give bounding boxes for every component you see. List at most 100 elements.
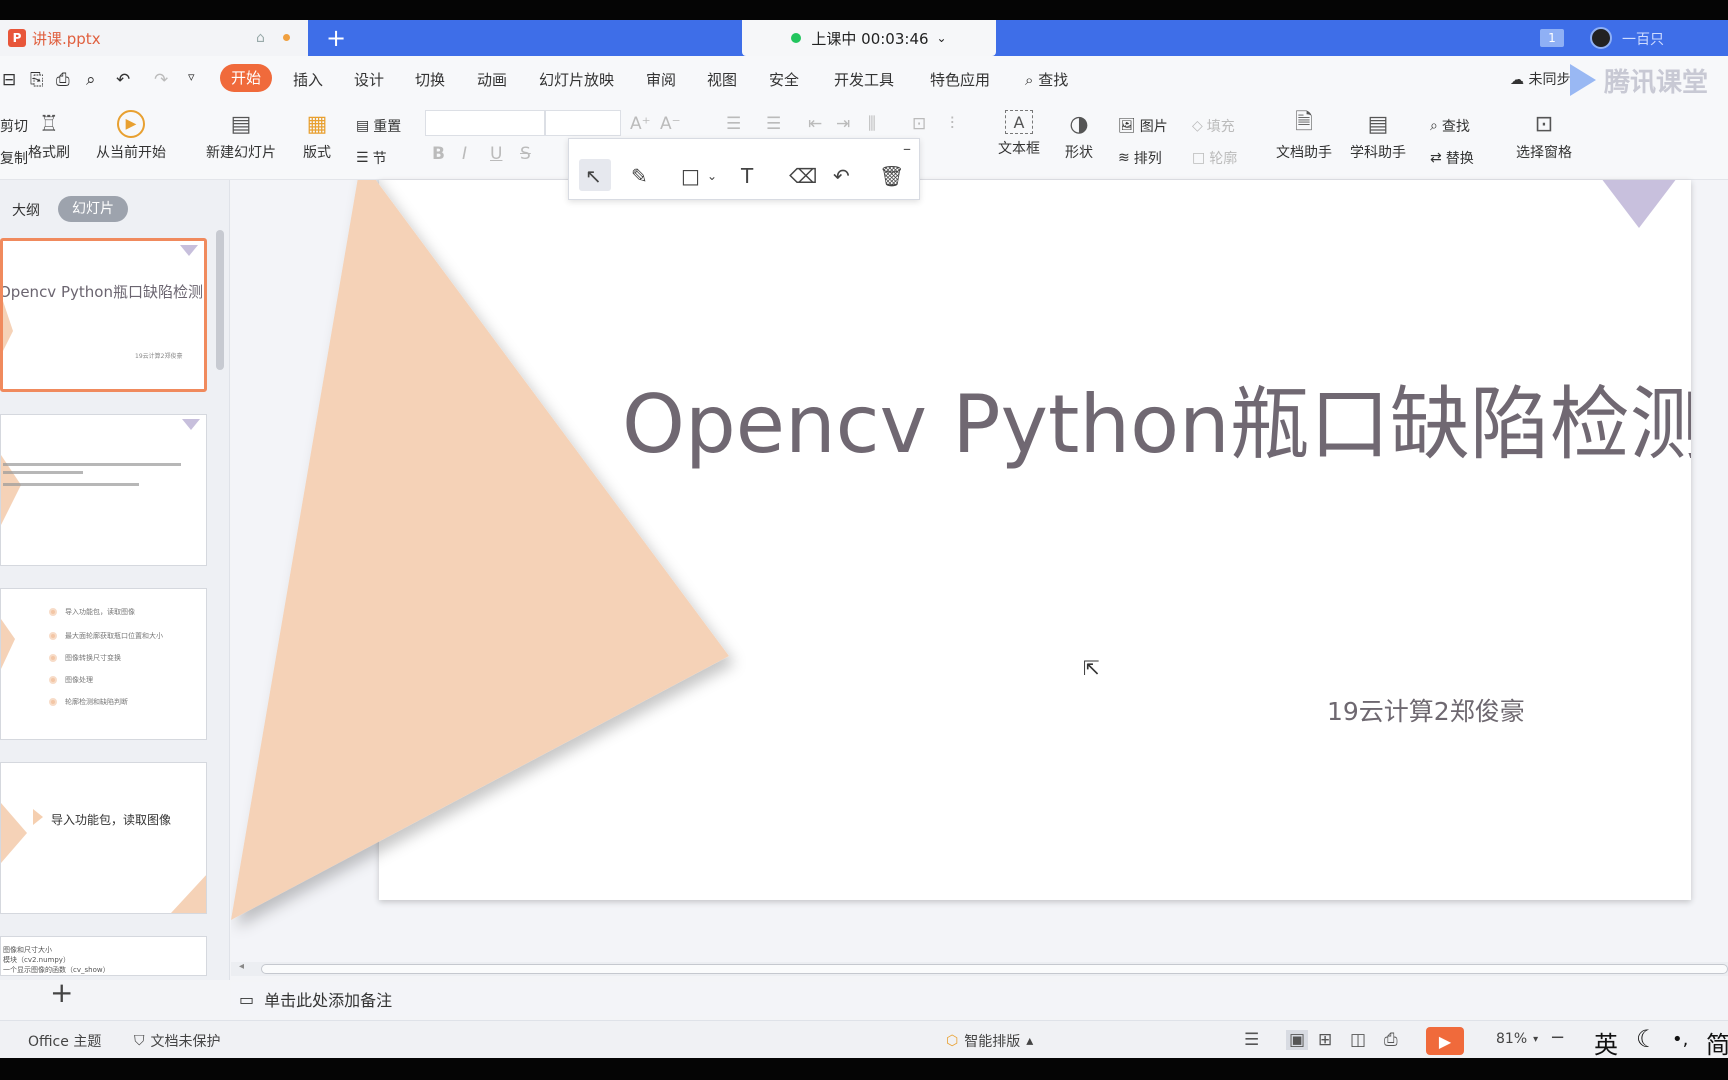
arrange-button[interactable]: ≋ 排列 [1118, 148, 1162, 168]
cloud-sync-status[interactable]: ☁ 未同步 [1510, 69, 1570, 89]
normal-view-icon[interactable]: ▣ [1286, 1030, 1309, 1050]
redo-icon[interactable]: ↷ [154, 70, 168, 90]
preview-icon[interactable]: ⌕ [86, 70, 96, 90]
replace-button[interactable]: ⇄ 替换 [1430, 148, 1474, 168]
slide-thumbnail-2[interactable] [0, 414, 207, 566]
textbox-button[interactable]: A 文本框 [998, 110, 1040, 158]
minimize-icon[interactable]: – [903, 139, 911, 158]
panel-scrollbar[interactable] [216, 230, 224, 370]
layout-button[interactable]: ▦ 版式 [302, 110, 332, 162]
underline-button[interactable]: U [490, 144, 502, 164]
picture-button[interactable]: 🖼 图片 [1118, 116, 1168, 136]
doc-assistant-button[interactable]: 🗎 文档助手 [1276, 110, 1332, 162]
menu-developer[interactable]: 开发工具 [834, 69, 894, 90]
select-pane-button[interactable]: ⊡ 选择窗格 [1516, 110, 1572, 162]
slide-title[interactable]: Opencv Python瓶口缺陷检测 [622, 360, 1691, 476]
undo-icon[interactable]: ↶ [833, 164, 850, 188]
protection-status[interactable]: ⛉ 文档未保护 [134, 1031, 221, 1051]
italic-button[interactable]: I [462, 144, 467, 164]
outdent-icon[interactable]: ⇥ [836, 114, 850, 134]
smart-layout-button[interactable]: ⬡ 智能排版 ▴ [946, 1031, 1033, 1051]
undo-icon[interactable]: ↶ [116, 70, 130, 90]
increase-font-icon[interactable]: A⁺ [630, 114, 651, 134]
pen-icon[interactable]: ✎ [631, 164, 648, 188]
add-slide-button[interactable]: + [50, 976, 73, 1009]
slide-thumbnail-1[interactable]: Opencv Python瓶口缺陷检测 19云计算2郑俊豪 [0, 238, 207, 392]
slide-thumbnail-4[interactable]: 导入功能包，读取图像 [0, 762, 207, 914]
shape-button[interactable]: ◑ 形状 [1064, 110, 1094, 162]
menu-animation[interactable]: 动画 [477, 69, 507, 90]
menu-security[interactable]: 安全 [769, 69, 799, 90]
delete-icon[interactable]: 🗑 [879, 164, 904, 188]
indent-icon[interactable]: ⇤ [808, 114, 822, 134]
theme-label[interactable]: Office 主题 [28, 1031, 101, 1051]
customize-icon[interactable]: ▿ [188, 70, 195, 85]
notes-toggle-icon[interactable]: ☰ [1244, 1030, 1259, 1050]
bullet-list-icon[interactable]: ☰ [726, 114, 741, 134]
find-button[interactable]: ⌕ 查找 [1430, 116, 1470, 136]
zoom-out-button[interactable]: − [1550, 1027, 1565, 1048]
select-arrow-icon[interactable]: ↖ [585, 164, 602, 188]
section-button[interactable]: ☰ 节 [356, 148, 387, 168]
columns-icon[interactable]: ⫼ [868, 114, 876, 134]
tab-slides[interactable]: 幻灯片 [58, 196, 128, 222]
text-direction-icon[interactable]: ⊡ [912, 114, 926, 134]
bold-button[interactable]: B [432, 144, 445, 164]
decrease-font-icon[interactable]: A⁻ [660, 114, 681, 134]
scrollbar-thumb[interactable] [261, 964, 1728, 974]
window-count-badge[interactable]: 1 [1540, 29, 1564, 47]
reading-view-icon[interactable]: ◫ [1350, 1030, 1366, 1050]
moon-icon[interactable]: ☾ [1636, 1025, 1658, 1053]
menu-home[interactable]: 开始 [220, 64, 272, 92]
align-text-icon[interactable]: ⫶ [950, 114, 954, 134]
class-status-indicator[interactable]: 上课中 00:03:46 ⌄ [742, 20, 996, 56]
scroll-left-icon[interactable]: ◂ [239, 961, 244, 972]
menu-review[interactable]: 审阅 [646, 69, 676, 90]
user-name[interactable]: 一百只 [1622, 29, 1664, 49]
camera-view-icon[interactable]: ⎙ [1384, 1030, 1398, 1050]
strikethrough-button[interactable]: S [520, 144, 531, 164]
ime-mode[interactable]: 简 [1706, 1025, 1728, 1060]
pin-icon[interactable]: ⌂ [256, 30, 265, 46]
reset-button[interactable]: ▤ 重置 [356, 116, 401, 136]
slide-thumbnail-5[interactable]: 图像和尺寸大小 模块（cv2.numpy） 一个显示图像的函数（cv_show） [0, 936, 207, 976]
menu-slideshow[interactable]: 幻灯片放映 [539, 69, 614, 90]
menu-insert[interactable]: 插入 [293, 69, 323, 90]
export-icon[interactable]: ⎘ [30, 70, 44, 90]
numbered-list-icon[interactable]: ☰ [766, 114, 781, 134]
horizontal-scrollbar[interactable]: ◂ [231, 961, 1728, 976]
eraser-icon[interactable]: ⌫ [789, 164, 817, 188]
avatar[interactable] [1590, 27, 1612, 49]
font-family-select[interactable] [425, 110, 545, 136]
menu-view[interactable]: 视图 [707, 69, 737, 90]
save-icon[interactable]: ⊟ [2, 70, 16, 90]
new-slide-button[interactable]: ▤ 新建幻灯片 [206, 110, 276, 162]
slide-canvas[interactable]: Opencv Python瓶口缺陷检测 19云计算2郑俊豪 [379, 180, 1691, 900]
new-tab-button[interactable]: + [326, 24, 346, 52]
subject-assistant-button[interactable]: ▤ 学科助手 [1350, 110, 1406, 162]
copy-button[interactable]: 复制 [0, 148, 28, 168]
chevron-down-icon[interactable]: ⌄ [707, 169, 717, 183]
slideshow-play-button[interactable]: ▶ [1426, 1027, 1464, 1055]
ime-language[interactable]: 英 [1594, 1025, 1618, 1060]
format-painter-button[interactable]: ♖ 格式刷 [28, 110, 70, 162]
sorter-view-icon[interactable]: ⊞ [1318, 1030, 1332, 1050]
punctuation-icon[interactable]: •, [1672, 1029, 1688, 1050]
slide-thumbnail-3[interactable]: 导入功能包，读取图像 最大面轮廓获取瓶口位置和大小 图像转换尺寸变换 图像处理 … [0, 588, 207, 740]
menu-features[interactable]: 特色应用 [930, 69, 990, 90]
menu-design[interactable]: 设计 [354, 69, 384, 90]
zoom-level[interactable]: 81% ▾ [1496, 1031, 1538, 1047]
play-from-current-button[interactable]: ▶ 从当前开始 [96, 110, 166, 162]
slide-subtitle[interactable]: 19云计算2郑俊豪 [1327, 692, 1525, 728]
notes-bar[interactable]: ▭ 单击此处添加备注 [231, 982, 1728, 1016]
tab-outline[interactable]: 大纲 [12, 200, 40, 220]
cut-button[interactable]: 剪切 [0, 116, 28, 136]
text-tool-icon[interactable]: T [741, 164, 753, 188]
rectangle-icon[interactable]: □ [681, 164, 700, 188]
menu-transition[interactable]: 切换 [415, 69, 445, 90]
font-size-select[interactable] [545, 110, 621, 136]
outline-button[interactable]: □ 轮廓 [1192, 148, 1237, 168]
print-icon[interactable]: ⎙ [56, 70, 70, 90]
fill-button[interactable]: ◇ 填充 [1192, 116, 1235, 136]
menu-search[interactable]: ⌕ 查找 [1025, 69, 1068, 90]
